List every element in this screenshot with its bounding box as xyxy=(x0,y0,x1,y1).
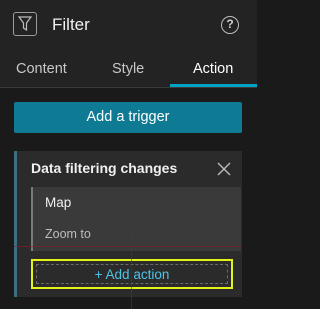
guide-line xyxy=(131,230,132,309)
tab-content[interactable]: Content xyxy=(16,61,67,77)
action-detail: Zoom to xyxy=(45,227,91,241)
action-item[interactable]: Map Zoom to xyxy=(31,187,241,251)
guide-line xyxy=(14,246,242,247)
filter-icon xyxy=(13,12,37,36)
add-trigger-button[interactable]: Add a trigger xyxy=(14,102,242,133)
add-action-highlight: + Add action xyxy=(31,259,233,289)
close-icon[interactable] xyxy=(217,162,231,176)
active-tab-indicator xyxy=(170,84,257,87)
panel-title: Filter xyxy=(52,15,90,34)
trigger-title: Data filtering changes xyxy=(31,160,178,176)
tab-style[interactable]: Style xyxy=(112,61,144,77)
help-icon[interactable]: ? xyxy=(221,16,239,34)
panel-header: Filter ? xyxy=(0,0,257,52)
filter-panel: Filter ? Content Style Action Add a trig… xyxy=(0,0,257,309)
trigger-card: Data filtering changes Map Zoom to + Add… xyxy=(14,151,242,297)
tab-action[interactable]: Action xyxy=(193,61,233,77)
add-action-button[interactable]: + Add action xyxy=(36,264,228,284)
action-target: Map xyxy=(45,195,72,210)
tab-bar: Content Style Action xyxy=(0,52,257,88)
